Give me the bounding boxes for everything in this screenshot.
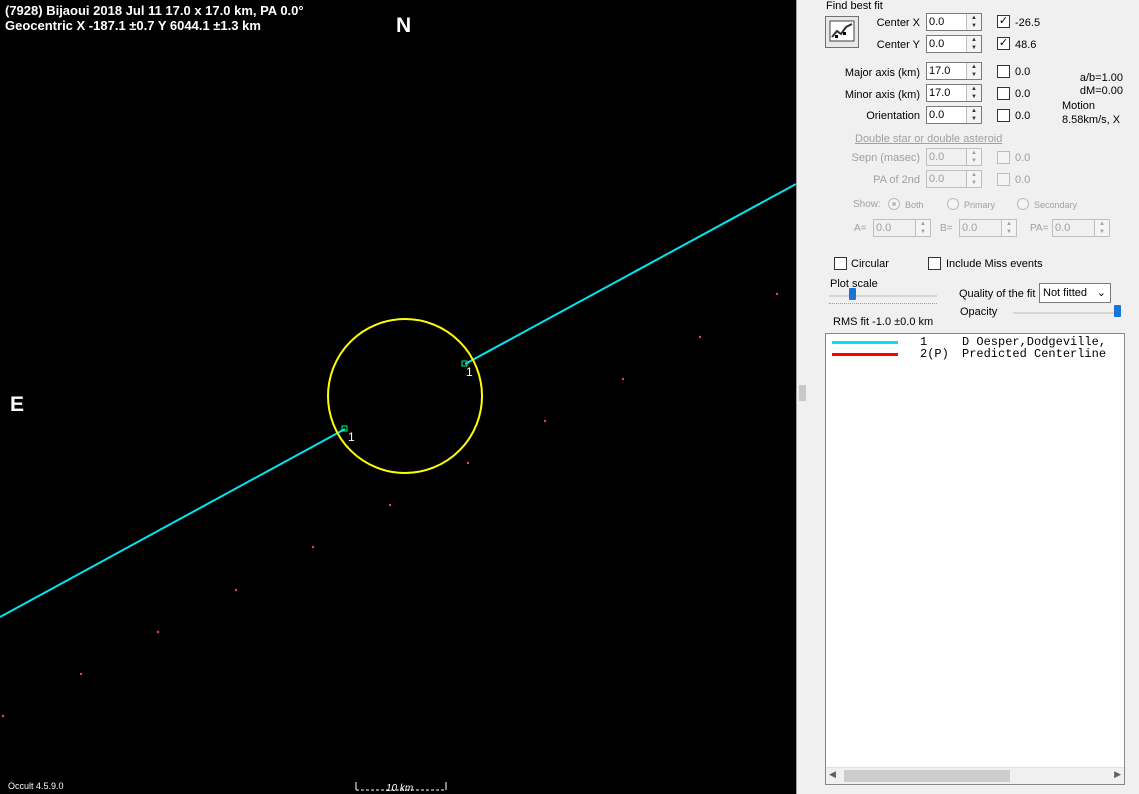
pa-input[interactable]: 0.0 ▲ ▼ xyxy=(1052,219,1110,237)
a-input[interactable]: 0.0 ▲ ▼ xyxy=(873,219,931,237)
chord-line-1-east xyxy=(464,183,796,365)
find-best-fit-button[interactable] xyxy=(825,16,859,48)
orientation-input[interactable]: 0.0 ▲ ▼ xyxy=(926,106,982,124)
rms-fit-label: RMS fit -1.0 ±0.0 km xyxy=(833,316,934,328)
center-x-input[interactable]: 0.0 ▲ ▼ xyxy=(926,13,982,31)
b-label: B= xyxy=(940,223,953,234)
center-y-result: 48.6 xyxy=(1015,39,1037,51)
east-label: E xyxy=(10,393,25,416)
orientation-checkbox[interactable] xyxy=(997,109,1010,122)
predicted-point xyxy=(79,672,83,676)
orientation-label: Orientation xyxy=(866,110,920,122)
show-secondary-radio[interactable] xyxy=(1017,198,1029,210)
minor-axis-label: Minor axis (km) xyxy=(844,89,920,101)
pa2-checkbox[interactable] xyxy=(997,173,1010,186)
north-label: N xyxy=(396,14,412,37)
legend-row[interactable]: 2(P) Predicted Centerline xyxy=(826,348,1124,360)
major-axis-label: Major axis (km) xyxy=(844,67,920,79)
chevron-down-icon: ⌄ xyxy=(1096,287,1106,299)
scale-label: 10 km xyxy=(386,783,414,794)
opacity-label: Opacity xyxy=(960,306,998,318)
minor-axis-input[interactable]: 17.0 ▲ ▼ xyxy=(926,84,982,102)
center-y-label: Center Y xyxy=(876,39,920,51)
chord-line-1-west xyxy=(0,428,346,618)
pa2-input[interactable]: 0.0 ▲ ▼ xyxy=(926,170,982,188)
plot-title: (7928) Bijaoui 2018 Jul 11 17.0 x 17.0 k… xyxy=(5,3,304,18)
chord-label: 1 xyxy=(348,430,355,444)
circular-label: Circular xyxy=(851,258,889,270)
predicted-point xyxy=(466,461,470,465)
legend-horizontal-scrollbar[interactable]: ◀ ▶ xyxy=(826,767,1124,784)
pa2-label: PA of 2nd xyxy=(873,174,920,186)
scroll-right-icon[interactable]: ▶ xyxy=(1114,769,1121,780)
scroll-left-icon[interactable]: ◀ xyxy=(829,769,836,780)
minor-axis-result: 0.0 xyxy=(1015,88,1031,100)
center-x-label: Center X xyxy=(876,17,920,29)
minor-axis-checkbox[interactable] xyxy=(997,87,1010,100)
predicted-point xyxy=(775,292,779,296)
predicted-point xyxy=(621,377,625,381)
motion-value: 8.58km/s, X xyxy=(1062,114,1121,126)
chart-fit-icon xyxy=(829,20,855,42)
asteroid-outline xyxy=(327,318,483,474)
fit-control-panel: Find best fit Center X 0.0 ▲ ▼ ✓ -26.5 Cen… xyxy=(807,0,1139,794)
quality-dropdown[interactable]: Not fitted ⌄ xyxy=(1039,283,1111,303)
predicted-point xyxy=(311,545,315,549)
include-miss-label: Include Miss events xyxy=(946,258,1043,270)
plot-canvas xyxy=(0,183,796,791)
a-label: A= xyxy=(854,223,867,234)
quality-label: Quality of the fit xyxy=(959,288,1036,300)
version-label: Occult 4.5.9.0 xyxy=(8,781,64,791)
legend-color-swatch xyxy=(832,341,898,344)
plot-subtitle: Geocentric X -187.1 ±0.7 Y 6044.1 ±1.3 k… xyxy=(5,18,261,33)
sepn-result: 0.0 xyxy=(1015,152,1031,164)
predicted-point xyxy=(156,630,160,634)
ab-ratio: a/b=1.00 xyxy=(1079,72,1123,84)
predicted-point xyxy=(388,503,392,507)
motion-label: Motion xyxy=(1062,100,1096,112)
double-star-link[interactable]: Double star or double asteroid xyxy=(855,133,1002,145)
show-primary-radio[interactable] xyxy=(947,198,959,210)
occultation-plot: (7928) Bijaoui 2018 Jul 11 17.0 x 17.0 k… xyxy=(0,0,796,794)
circular-checkbox[interactable] xyxy=(834,257,847,270)
sepn-checkbox[interactable] xyxy=(997,151,1010,164)
predicted-centerline xyxy=(1,292,779,718)
center-x-result: -26.5 xyxy=(1015,17,1041,29)
major-axis-result: 0.0 xyxy=(1015,66,1031,78)
legend-color-swatch xyxy=(832,353,898,356)
dm-value: dM=0.00 xyxy=(1079,85,1123,97)
pa-label: PA= xyxy=(1030,223,1049,234)
show-both-label: Both xyxy=(905,200,924,210)
show-label: Show: xyxy=(853,199,881,210)
predicted-point xyxy=(234,588,238,592)
opacity-slider[interactable] xyxy=(1013,305,1121,321)
b-input[interactable]: 0.0 ▲ ▼ xyxy=(959,219,1017,237)
major-axis-input[interactable]: 17.0 ▲ ▼ xyxy=(926,62,982,80)
show-both-radio[interactable] xyxy=(888,198,900,210)
include-miss-checkbox[interactable] xyxy=(928,257,941,270)
orientation-result: 0.0 xyxy=(1015,110,1031,122)
sepn-label: Sepn (masec) xyxy=(851,152,920,164)
center-y-input[interactable]: 0.0 ▲ ▼ xyxy=(926,35,982,53)
show-secondary-label: Secondary xyxy=(1034,200,1078,210)
chord-legend-list[interactable]: 1 D Oesper,Dodgeville, 2(P) Predicted Ce… xyxy=(825,333,1125,785)
show-primary-label: Primary xyxy=(964,200,995,210)
predicted-point xyxy=(543,419,547,423)
predicted-point xyxy=(698,335,702,339)
scrollbar-thumb[interactable] xyxy=(844,770,1010,782)
find-best-fit-label: Find best fit xyxy=(826,0,883,12)
predicted-point xyxy=(1,714,5,718)
center-y-checkbox[interactable]: ✓ xyxy=(997,37,1010,50)
plot-scale-slider[interactable] xyxy=(829,288,937,304)
sepn-input[interactable]: 0.0 ▲ ▼ xyxy=(926,148,982,166)
chord-label: 1 xyxy=(466,365,473,379)
center-x-checkbox[interactable]: ✓ xyxy=(997,15,1010,28)
major-axis-checkbox[interactable] xyxy=(997,65,1010,78)
pa2-result: 0.0 xyxy=(1015,174,1031,186)
